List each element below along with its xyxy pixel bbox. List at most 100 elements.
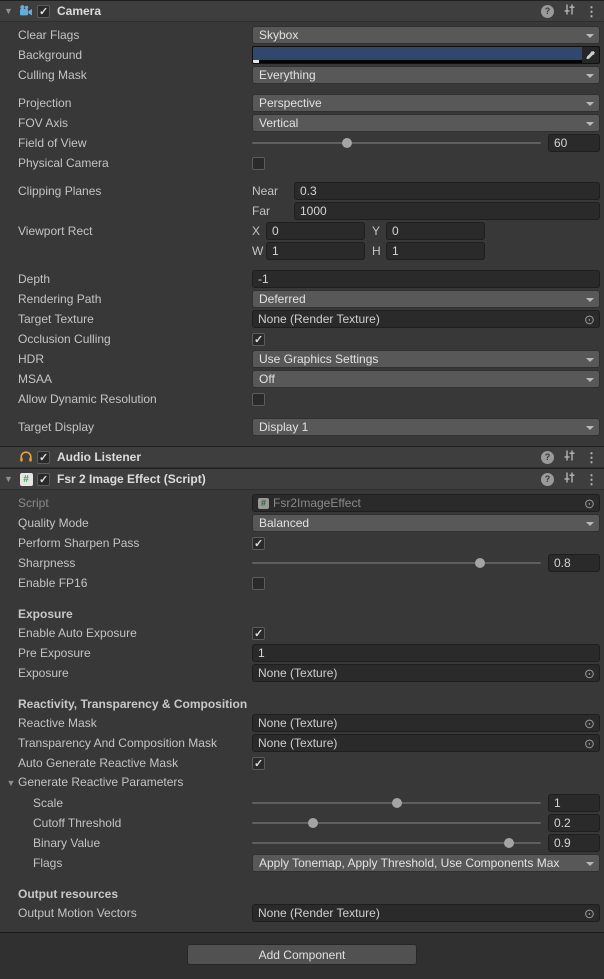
object-picker-icon[interactable]: ⊙ — [582, 716, 597, 731]
hdr-dropdown[interactable]: Use Graphics Settings — [252, 350, 600, 368]
physical-camera-checkbox[interactable] — [252, 157, 265, 170]
foldout-arrow-icon[interactable]: ▼ — [2, 0, 15, 22]
target-texture-object-field[interactable]: None (Render Texture)⊙ — [252, 310, 600, 328]
pre-exposure-field[interactable]: 1 — [252, 644, 600, 662]
depth-row: Depth -1 — [0, 269, 604, 289]
help-icon[interactable]: ? — [541, 5, 554, 18]
w-field[interactable]: 1 — [266, 242, 365, 260]
help-icon[interactable]: ? — [541, 451, 554, 464]
object-picker-icon[interactable]: ⊙ — [582, 312, 597, 327]
scale-row: Scale 1 — [0, 793, 604, 813]
culling-mask-dropdown[interactable]: Everything — [252, 66, 600, 84]
clear-flags-label: Clear Flags — [0, 28, 252, 42]
audio-listener-component-title: Audio Listener — [57, 450, 141, 464]
far-field[interactable]: 1000 — [294, 202, 600, 220]
chevron-down-icon — [586, 74, 594, 78]
object-picker-icon[interactable]: ⊙ — [582, 736, 597, 751]
scale-slider[interactable] — [252, 794, 541, 812]
kebab-menu-icon[interactable]: ⋮ — [585, 473, 598, 486]
reactivity-section-heading: Reactivity, Transparency & Composition — [0, 695, 604, 713]
sharpness-row: Sharpness 0.8 — [0, 553, 604, 573]
allow-dynamic-resolution-label: Allow Dynamic Resolution — [0, 392, 252, 406]
clear-flags-dropdown[interactable]: Skybox — [252, 26, 600, 44]
csharp-script-icon: # — [19, 472, 33, 486]
perform-sharpen-pass-row: Perform Sharpen Pass — [0, 533, 604, 553]
sharpness-value[interactable]: 0.8 — [548, 554, 600, 572]
presets-icon[interactable] — [563, 449, 576, 465]
camera-component-header[interactable]: ▼ Camera ? ⋮ — [0, 0, 604, 22]
target-display-dropdown[interactable]: Display 1 — [252, 418, 600, 436]
foldout-arrow-icon[interactable]: ▼ — [2, 468, 15, 490]
help-icon[interactable]: ? — [541, 473, 554, 486]
presets-icon[interactable] — [563, 471, 576, 487]
binary-value-slider[interactable] — [252, 834, 541, 852]
object-picker-icon[interactable]: ⊙ — [582, 906, 597, 921]
field-of-view-slider[interactable] — [252, 134, 541, 152]
h-field[interactable]: 1 — [386, 242, 485, 260]
kebab-menu-icon[interactable]: ⋮ — [585, 451, 598, 464]
viewport-rect-wh-row: W 1 H 1 — [0, 241, 604, 261]
depth-label: Depth — [0, 272, 252, 286]
chevron-down-icon — [586, 358, 594, 362]
chevron-down-icon — [586, 122, 594, 126]
sharpness-slider[interactable] — [252, 554, 541, 572]
culling-mask-label: Culling Mask — [0, 68, 252, 82]
audio-listener-component-header[interactable]: ▼ Audio Listener ? ⋮ — [0, 446, 604, 468]
script-label: Script — [0, 496, 252, 510]
physical-camera-row: Physical Camera — [0, 153, 604, 173]
fsr2-enabled-checkbox[interactable] — [37, 473, 50, 486]
presets-icon[interactable] — [563, 3, 576, 19]
reactive-mask-object-field[interactable]: None (Texture)⊙ — [252, 714, 600, 732]
object-picker-icon[interactable]: ⊙ — [582, 666, 597, 681]
reactive-mask-row: Reactive Mask None (Texture)⊙ — [0, 713, 604, 733]
camera-enabled-checkbox[interactable] — [37, 5, 50, 18]
add-component-button[interactable]: Add Component — [187, 944, 417, 965]
hdr-row: HDR Use Graphics Settings — [0, 349, 604, 369]
perform-sharpen-pass-checkbox[interactable] — [252, 537, 265, 550]
object-picker-icon[interactable]: ⊙ — [582, 496, 597, 511]
background-color-field[interactable] — [252, 46, 600, 64]
projection-dropdown[interactable]: Perspective — [252, 94, 600, 112]
target-texture-row: Target Texture None (Render Texture)⊙ — [0, 309, 604, 329]
allow-dynamic-resolution-checkbox[interactable] — [252, 393, 265, 406]
cutoff-threshold-value[interactable]: 0.2 — [548, 814, 600, 832]
target-texture-label: Target Texture — [0, 312, 252, 326]
viewport-rect-label: Viewport Rect — [0, 224, 252, 238]
pre-exposure-label: Pre Exposure — [0, 646, 252, 660]
foldout-arrow-icon[interactable]: ▼ — [4, 772, 18, 794]
msaa-dropdown[interactable]: Off — [252, 370, 600, 388]
enable-fp16-checkbox[interactable] — [252, 577, 265, 590]
auto-generate-reactive-mask-checkbox[interactable] — [252, 757, 265, 770]
field-of-view-row: Field of View 60 — [0, 133, 604, 153]
field-of-view-label: Field of View — [0, 136, 252, 150]
reactive-mask-label: Reactive Mask — [0, 716, 252, 730]
rendering-path-row: Rendering Path Deferred — [0, 289, 604, 309]
output-motion-vectors-object-field[interactable]: None (Render Texture)⊙ — [252, 904, 600, 922]
near-field[interactable]: 0.3 — [294, 182, 600, 200]
scale-value[interactable]: 1 — [548, 794, 600, 812]
fsr2-component-header[interactable]: ▼ # Fsr 2 Image Effect (Script) ? ⋮ — [0, 468, 604, 490]
script-object-field: #Fsr2ImageEffect⊙ — [252, 494, 600, 512]
output-motion-vectors-label: Output Motion Vectors — [0, 906, 252, 920]
binary-value-value[interactable]: 0.9 — [548, 834, 600, 852]
chevron-down-icon — [586, 102, 594, 106]
projection-row: Projection Perspective — [0, 93, 604, 113]
fov-axis-dropdown[interactable]: Vertical — [252, 114, 600, 132]
audio-listener-enabled-checkbox[interactable] — [37, 451, 50, 464]
depth-field[interactable]: -1 — [252, 270, 600, 288]
kebab-menu-icon[interactable]: ⋮ — [585, 5, 598, 18]
flags-dropdown[interactable]: Apply Tonemap, Apply Threshold, Use Comp… — [252, 854, 600, 872]
y-field[interactable]: 0 — [386, 222, 485, 240]
enable-auto-exposure-checkbox[interactable] — [252, 627, 265, 640]
occlusion-culling-checkbox[interactable] — [252, 333, 265, 346]
binary-value-row: Binary Value 0.9 — [0, 833, 604, 853]
rendering-path-dropdown[interactable]: Deferred — [252, 290, 600, 308]
eyedropper-icon[interactable] — [582, 47, 599, 63]
transparency-mask-object-field[interactable]: None (Texture)⊙ — [252, 734, 600, 752]
x-field[interactable]: 0 — [266, 222, 365, 240]
cutoff-threshold-slider[interactable] — [252, 814, 541, 832]
quality-mode-dropdown[interactable]: Balanced — [252, 514, 600, 532]
field-of-view-value[interactable]: 60 — [548, 134, 600, 152]
rendering-path-label: Rendering Path — [0, 292, 252, 306]
exposure-object-field[interactable]: None (Texture)⊙ — [252, 664, 600, 682]
